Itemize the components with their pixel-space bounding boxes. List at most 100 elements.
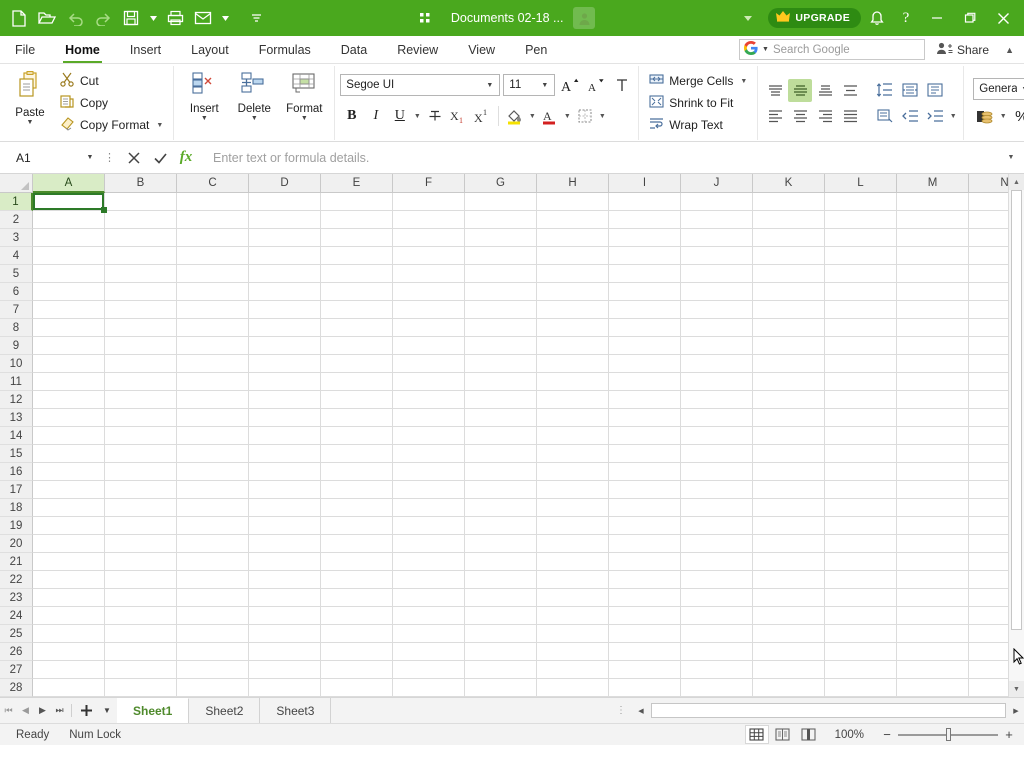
tab-insert[interactable]: Insert — [115, 36, 176, 63]
italic-button[interactable]: I — [364, 105, 387, 128]
grid-cell[interactable] — [537, 679, 609, 697]
column-header-b[interactable]: B — [105, 174, 177, 193]
selected-cell[interactable] — [33, 193, 107, 213]
grid-cell[interactable] — [681, 589, 753, 607]
grid-cell[interactable] — [537, 373, 609, 391]
column-header-l[interactable]: L — [825, 174, 897, 193]
increase-font-size-button[interactable]: A — [558, 74, 581, 97]
accept-formula-button[interactable] — [147, 146, 173, 170]
grid-cell[interactable] — [105, 445, 177, 463]
format-cells-dropdown-icon[interactable]: ▼ — [301, 115, 308, 122]
bold-button[interactable]: B — [340, 105, 363, 128]
grid-cell[interactable] — [33, 391, 105, 409]
grid-cell[interactable] — [897, 193, 969, 211]
save-dropdown-icon[interactable] — [146, 5, 160, 31]
grid-cell[interactable] — [105, 229, 177, 247]
grid-cell[interactable] — [465, 229, 537, 247]
grid-cell[interactable] — [969, 247, 1008, 265]
grid-cell[interactable] — [753, 571, 825, 589]
email-icon[interactable] — [190, 5, 216, 31]
grid-cell[interactable] — [105, 301, 177, 319]
grid-cell[interactable] — [33, 589, 105, 607]
grid-cell[interactable] — [537, 319, 609, 337]
grid-cell[interactable] — [105, 517, 177, 535]
grid-cell[interactable] — [249, 193, 321, 211]
paste-dropdown-icon[interactable]: ▼ — [27, 119, 34, 126]
grid-cell[interactable] — [465, 643, 537, 661]
grid-cell[interactable] — [825, 661, 897, 679]
grid-cell[interactable] — [105, 625, 177, 643]
grid-cell[interactable] — [33, 625, 105, 643]
column-header-d[interactable]: D — [249, 174, 321, 193]
row-header-22[interactable]: 22 — [0, 571, 33, 589]
grid-cell[interactable] — [537, 355, 609, 373]
grid-cell[interactable] — [609, 607, 681, 625]
strikethrough-button[interactable] — [423, 105, 446, 128]
grid-cell[interactable] — [969, 337, 1008, 355]
grid-cell[interactable] — [105, 571, 177, 589]
column-header-k[interactable]: K — [753, 174, 825, 193]
horizontal-scroll-track[interactable] — [651, 703, 1006, 718]
grid-cell[interactable] — [465, 427, 537, 445]
grid-cell[interactable] — [609, 571, 681, 589]
grid-cell[interactable] — [537, 409, 609, 427]
row-header-1[interactable]: 1 — [0, 193, 33, 211]
share-button[interactable]: Share — [933, 40, 993, 60]
grid-cell[interactable] — [465, 589, 537, 607]
grid-cell[interactable] — [825, 265, 897, 283]
grid-cell[interactable] — [609, 391, 681, 409]
scroll-split-grip[interactable]: ⋮ — [610, 705, 633, 716]
grid-cell[interactable] — [825, 571, 897, 589]
font-family-dropdown-icon[interactable]: ▼ — [482, 82, 497, 89]
grid-cell[interactable] — [681, 499, 753, 517]
row-header-28[interactable]: 28 — [0, 679, 33, 697]
grid-cell[interactable] — [33, 445, 105, 463]
grid-cell[interactable] — [609, 355, 681, 373]
grid-cell[interactable] — [465, 193, 537, 211]
grid-cell[interactable] — [249, 481, 321, 499]
grid-cell[interactable] — [681, 409, 753, 427]
increase-row-height-button[interactable] — [898, 79, 922, 102]
grid-cell[interactable] — [897, 463, 969, 481]
grid-cell[interactable] — [465, 463, 537, 481]
grid-cell[interactable] — [681, 391, 753, 409]
grid-cell[interactable] — [177, 373, 249, 391]
grid-cell[interactable] — [753, 625, 825, 643]
tab-layout[interactable]: Layout — [176, 36, 244, 63]
grid-cell[interactable] — [897, 661, 969, 679]
grid-cell[interactable] — [465, 283, 537, 301]
align-top-button[interactable] — [763, 79, 787, 102]
grid-cell[interactable] — [537, 301, 609, 319]
grid-cell[interactable] — [177, 481, 249, 499]
grid-cell[interactable] — [897, 319, 969, 337]
grid-cell[interactable] — [825, 337, 897, 355]
tab-formulas[interactable]: Formulas — [244, 36, 326, 63]
grid-cell[interactable] — [969, 661, 1008, 679]
grid-cell[interactable] — [681, 337, 753, 355]
grid-cell[interactable] — [609, 283, 681, 301]
grid-cell[interactable] — [393, 391, 465, 409]
insert-function-button[interactable]: fx — [173, 146, 199, 170]
grid-cell[interactable] — [393, 373, 465, 391]
search-engine-dropdown-icon[interactable]: ▼ — [762, 46, 769, 53]
percent-format-button[interactable]: % — [1010, 105, 1024, 128]
grid-cell[interactable] — [105, 463, 177, 481]
grid-cell[interactable] — [393, 499, 465, 517]
grid-cell[interactable] — [177, 355, 249, 373]
grid-cell[interactable] — [105, 481, 177, 499]
grid-cell[interactable] — [249, 679, 321, 697]
grid-cell[interactable] — [465, 319, 537, 337]
grid-cell[interactable] — [681, 625, 753, 643]
grid-cell[interactable] — [609, 517, 681, 535]
grid-cell[interactable] — [105, 337, 177, 355]
grid-cell[interactable] — [321, 589, 393, 607]
fill-color-button[interactable] — [503, 105, 526, 128]
grid-cell[interactable] — [897, 355, 969, 373]
grid-cell[interactable] — [393, 247, 465, 265]
grid-cell[interactable] — [897, 265, 969, 283]
grid-cell[interactable] — [825, 679, 897, 697]
grid-cell[interactable] — [249, 643, 321, 661]
sheet-tab-sheet1[interactable]: Sheet1 — [117, 698, 190, 723]
grid-cell[interactable] — [249, 625, 321, 643]
grid-cell[interactable] — [33, 229, 105, 247]
